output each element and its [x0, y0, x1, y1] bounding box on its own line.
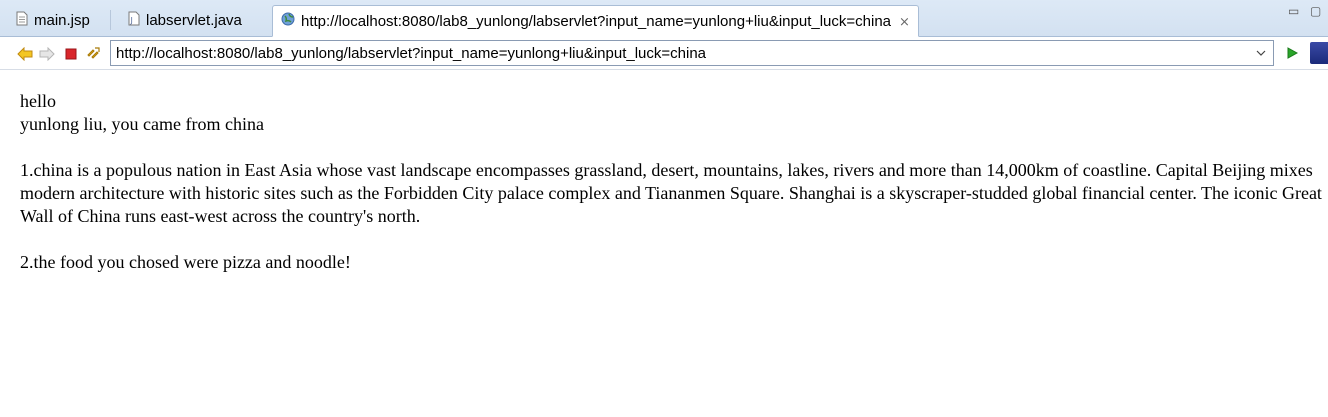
food-paragraph: 2.the food you chosed were pizza and noo…: [20, 252, 351, 272]
maximize-icon[interactable]: ▢: [1310, 5, 1324, 18]
address-bar[interactable]: [110, 40, 1274, 66]
tab-label: main.jsp: [34, 11, 90, 29]
forward-arrow-icon[interactable]: [38, 45, 56, 63]
back-arrow-icon[interactable]: [16, 45, 34, 63]
tab-main-jsp[interactable]: main.jsp: [2, 5, 100, 35]
file-icon: [16, 11, 28, 30]
svg-text:J: J: [130, 16, 133, 25]
tab-labservlet-java[interactable]: J labservlet.java: [114, 5, 252, 35]
greeting-text: hello: [20, 91, 56, 111]
url-input[interactable]: [111, 42, 1246, 64]
origin-text: yunlong liu, you came from china: [20, 114, 264, 134]
page-content: hello yunlong liu, you came from china 1…: [20, 90, 1325, 274]
refresh-icon[interactable]: [84, 45, 102, 63]
tab-browser-active[interactable]: http://localhost:8080/lab8_yunlong/labse…: [272, 5, 919, 37]
window-controls: ▭ ▢: [1288, 5, 1324, 18]
chevron-down-icon[interactable]: [1253, 44, 1269, 62]
browser-toolbar: [0, 37, 1328, 70]
editor-tab-bar: main.jsp J labservlet.java http://localh…: [0, 0, 1328, 37]
tab-label: labservlet.java: [146, 11, 242, 29]
close-tab-icon[interactable]: ⨯: [899, 15, 910, 28]
tab-divider: [110, 10, 111, 30]
go-icon[interactable]: [1284, 45, 1300, 61]
description-paragraph: 1.china is a populous nation in East Asi…: [20, 160, 1322, 226]
globe-icon: [281, 12, 295, 30]
java-file-icon: J: [128, 11, 140, 30]
tab-label: http://localhost:8080/lab8_yunlong/labse…: [301, 12, 892, 30]
external-browser-icon[interactable]: [1310, 42, 1328, 64]
minimize-icon[interactable]: ▭: [1288, 5, 1302, 18]
stop-icon[interactable]: [62, 45, 80, 63]
